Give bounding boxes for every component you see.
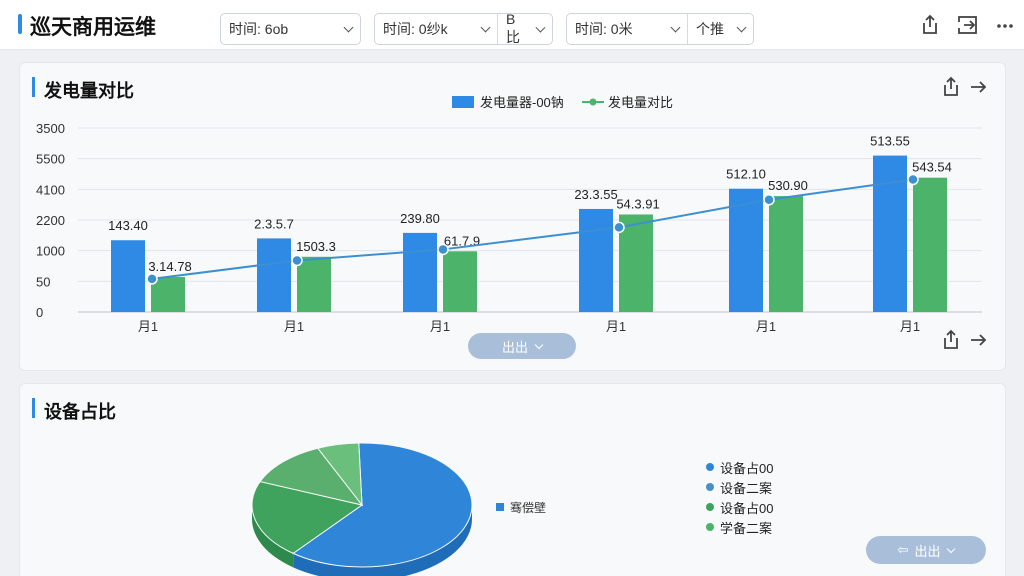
share-icon[interactable] [941, 76, 961, 103]
legend-label: 设备占00 [720, 460, 774, 476]
back-icon: ⇦ [897, 542, 909, 557]
arrow-right-icon[interactable] [969, 329, 987, 356]
pie-legend: 设备占00 设备二案 设备占00 学备二案 [706, 457, 773, 537]
distribution-panel: 设备占比 ⇦ 出出 [20, 384, 1005, 576]
legend-swatch [706, 523, 714, 531]
chevron-down-icon [736, 22, 747, 32]
chevron-down-icon [670, 22, 681, 32]
legend-swatch [706, 463, 714, 471]
chevron-down-icon [343, 22, 354, 32]
legend-swatch [706, 483, 714, 491]
time-filter-1[interactable]: 时间: 6ob [220, 13, 361, 45]
panel-accent [32, 77, 35, 97]
export-button-label: 出出 [914, 543, 941, 559]
arrow-right-icon[interactable] [969, 76, 987, 103]
time-filter-2-extra[interactable]: B比 [497, 11, 552, 45]
more-icon[interactable] [996, 14, 1014, 41]
legend-label: 设备占00 [720, 500, 774, 516]
time-filter-3[interactable]: 时间: 0米 个推 [566, 13, 754, 45]
legend-item: 设备占00 [706, 457, 773, 477]
app-title: 巡天商用运维 [30, 16, 156, 39]
time-filter-2-extra-label: B比 [506, 11, 520, 45]
time-filter-2[interactable]: 时间: 0纱k B比 [374, 11, 553, 45]
chevron-down-icon [480, 22, 491, 32]
panel-accent [32, 398, 35, 418]
legend-item: 设备二案 [706, 477, 773, 497]
share-icon[interactable] [941, 329, 961, 356]
time-filter-2-label: 时间: 0纱k [383, 21, 448, 37]
export-button[interactable]: ⇦ 出出 [866, 536, 986, 564]
panel-title: 发电量对比 [44, 81, 134, 101]
time-filter-3-extra-label: 个推 [696, 21, 724, 37]
top-bar: 巡天商用运维 时间: 6ob 时间: 0纱k B比 时间: 0米 个推 [0, 0, 1024, 50]
chevron-down-icon [535, 22, 546, 32]
legend-item: 设备占00 [706, 497, 773, 517]
legend-label: 学备二案 [720, 520, 773, 536]
time-filter-3-label: 时间: 0米 [575, 21, 633, 37]
title-accent [18, 14, 22, 34]
export-button[interactable]: 出出 [468, 333, 576, 359]
export-button-label: 出出 [501, 339, 528, 355]
time-filter-3-extra[interactable]: 个推 [687, 14, 753, 44]
legend-swatch [706, 503, 714, 511]
chevron-down-icon [534, 340, 544, 349]
legend-item: 学备二案 [706, 517, 773, 537]
share-icon[interactable] [920, 14, 940, 41]
legend-label: 设备二案 [720, 480, 773, 496]
panel-title: 设备占比 [44, 402, 116, 422]
export-icon[interactable] [956, 14, 980, 41]
time-filter-1-label: 时间: 6ob [229, 21, 289, 37]
chevron-down-icon [947, 544, 956, 553]
comparison-panel: 发电量对比 出出 [20, 63, 1005, 370]
